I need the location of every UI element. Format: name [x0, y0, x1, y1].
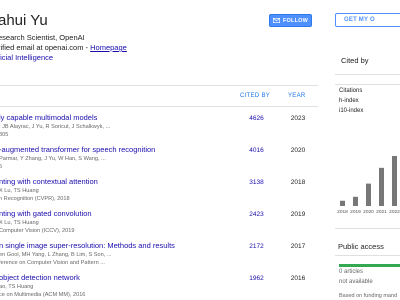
cited-by-column-header[interactable]: CITED BY [240, 93, 270, 99]
publication-title[interactable]: ly capable multimodal models [0, 113, 97, 122]
mail-icon [272, 18, 280, 23]
follow-label: FOLLOW [282, 17, 309, 24]
chart-bar-2018[interactable] [340, 200, 345, 206]
public-access-top-rule [335, 228, 400, 229]
table-top-rule [0, 85, 318, 86]
publication-cited-by[interactable]: 4626 [244, 115, 269, 122]
publication-row: nting with contextual attention X Lu, TS… [0, 177, 318, 209]
publication-venue: 5 [0, 164, 3, 170]
publication-row: nting with gated convolution X Lu, TS Hu… [0, 209, 318, 241]
citations-bar-chart: 2018 2019 2020 2021 2022 [337, 156, 400, 215]
publication-authors: X Lu, TS Huang [0, 220, 39, 226]
public-access-note: Based on funding mand [339, 293, 398, 299]
profile-interest-link[interactable]: ficial Intelligence [0, 53, 53, 62]
publication-venue: n Recognition (CVPR), 2018 [0, 196, 70, 202]
publication-year: 2018 [290, 179, 306, 186]
chart-tick-label: 2022 [389, 209, 400, 215]
chart-tick-label: 2018 [337, 209, 348, 215]
publication-year: 2017 [290, 243, 306, 250]
public-access-bar-fill [339, 264, 400, 267]
public-access-count[interactable]: 0 articles [339, 269, 363, 275]
publication-year: 2023 [290, 115, 306, 122]
publication-row: object detection network ao, TS Huang ce… [0, 273, 318, 300]
public-access-rule [335, 255, 400, 256]
profile-name: ahui Yu [0, 12, 48, 29]
chart-tick-label: 2019 [350, 209, 361, 215]
publication-title[interactable]: object detection network [0, 273, 80, 282]
follow-button[interactable]: FOLLOW [269, 14, 312, 27]
profile-affiliation: esearch Scientist, OpenAI [0, 33, 85, 42]
publication-cited-by[interactable]: 2423 [244, 211, 269, 218]
metric-h-index-label: h-index [339, 98, 359, 104]
chart-tick-label: 2020 [363, 209, 374, 215]
publication-row: ly capable multimodal models , JB Alayra… [0, 113, 318, 145]
year-column-header[interactable]: YEAR [288, 93, 306, 99]
publication-authors: ao, TS Huang [0, 284, 34, 290]
publication-title[interactable]: -augmented transformer for speech recogn… [0, 145, 155, 154]
metric-i10-index-label: i10-index [339, 108, 364, 114]
cited-by-title: Cited by [341, 56, 369, 65]
metric-citations-label: Citations [339, 88, 363, 94]
chart-bar-2019[interactable] [353, 196, 358, 206]
publication-row: -augmented transformer for speech recogn… [0, 145, 318, 177]
cited-by-rule [335, 74, 400, 75]
publication-cited-by[interactable]: 3138 [244, 179, 269, 186]
publication-venue: ce on Multimedia (ACM MM), 2016 [0, 292, 86, 298]
public-access-bar [339, 264, 400, 267]
publication-title[interactable]: n single image super-resolution: Methods… [0, 241, 175, 250]
chart-bar-2020[interactable] [366, 183, 371, 206]
metrics-header-rule [335, 84, 400, 85]
publication-cited-by[interactable]: 4016 [244, 147, 269, 154]
publication-authors: en Gool, MH Yang, L Zhang, B Lim, S Son,… [0, 252, 112, 258]
publication-title[interactable]: nting with gated convolution [0, 209, 92, 218]
publication-row: n single image super-resolution: Methods… [0, 241, 318, 273]
publication-cited-by[interactable]: 2172 [244, 243, 269, 250]
publication-year: 2020 [290, 147, 306, 154]
public-access-status: not available [339, 279, 373, 285]
publication-authors: , JB Alayrac, J Yu, R Soricut, J Schalkw… [0, 124, 111, 130]
profile-email: rified email at openai.com - Homepage [0, 43, 127, 52]
chart-bar-2022[interactable] [392, 156, 397, 206]
publication-venue: Computer Vision (ICCV), 2019 [0, 228, 75, 234]
public-access-title: Public access [338, 242, 384, 251]
publication-authors: Parmar, Y Zhang, J Yu, W Han, S Wang, ..… [0, 156, 106, 162]
homepage-link[interactable]: Homepage [90, 43, 127, 52]
publication-cited-by[interactable]: 1962 [244, 275, 269, 282]
publication-authors: X Lu, TS Huang [0, 188, 39, 194]
table-header-rule [0, 106, 318, 107]
publication-title[interactable]: nting with contextual attention [0, 177, 98, 186]
publication-year: 2019 [290, 211, 306, 218]
email-text: rified email at openai.com - [0, 43, 91, 52]
chart-bar-2021[interactable] [379, 167, 384, 206]
chart-tick-label: 2021 [376, 209, 387, 215]
publication-year: 2016 [290, 275, 306, 282]
publication-venue: ference on Computer Vision and Pattern .… [0, 260, 105, 266]
get-my-own-profile-button[interactable]: GET MY O [335, 13, 400, 27]
publication-venue: 305 [0, 132, 9, 138]
